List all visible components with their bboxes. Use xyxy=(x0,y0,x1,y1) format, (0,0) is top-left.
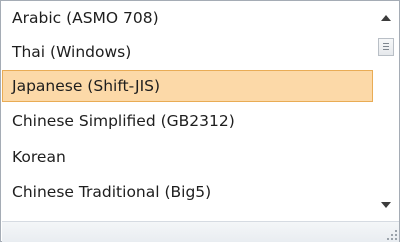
grip-line xyxy=(383,49,389,50)
list-item-chinese-simplified-gb2312[interactable]: Chinese Simplified (GB2312) xyxy=(2,105,373,137)
grip-dot xyxy=(395,234,397,236)
list-item-arabic-asmo-708[interactable]: Arabic (ASMO 708) xyxy=(2,2,373,34)
encoding-options-list: Arabic (ASMO 708) Thai (Windows) Japanes… xyxy=(2,2,373,221)
arrow-down-icon xyxy=(381,202,391,208)
scroll-down-button[interactable] xyxy=(373,191,399,217)
scroll-up-button[interactable] xyxy=(373,6,399,32)
grip-dot xyxy=(391,234,393,236)
list-footer-bar xyxy=(2,221,399,242)
grip-dot xyxy=(387,238,389,240)
resize-grip-icon[interactable] xyxy=(387,230,397,240)
grip-line xyxy=(383,46,389,47)
grip-dot xyxy=(395,230,397,232)
scroll-thumb[interactable] xyxy=(378,38,394,56)
grip-dot xyxy=(395,238,397,240)
list-item-chinese-traditional-big5[interactable]: Chinese Traditional (Big5) xyxy=(2,176,373,208)
list-item-thai-windows[interactable]: Thai (Windows) xyxy=(2,36,373,68)
list-item-japanese-shift-jis[interactable]: Japanese (Shift-JIS) xyxy=(2,70,373,102)
grip-dot xyxy=(391,238,393,240)
arrow-up-icon xyxy=(381,15,391,21)
vertical-scrollbar[interactable] xyxy=(373,2,399,221)
list-item-korean[interactable]: Korean xyxy=(2,141,373,173)
grip-line xyxy=(383,43,389,44)
encoding-dropdown-list: Arabic (ASMO 708) Thai (Windows) Japanes… xyxy=(0,0,400,242)
